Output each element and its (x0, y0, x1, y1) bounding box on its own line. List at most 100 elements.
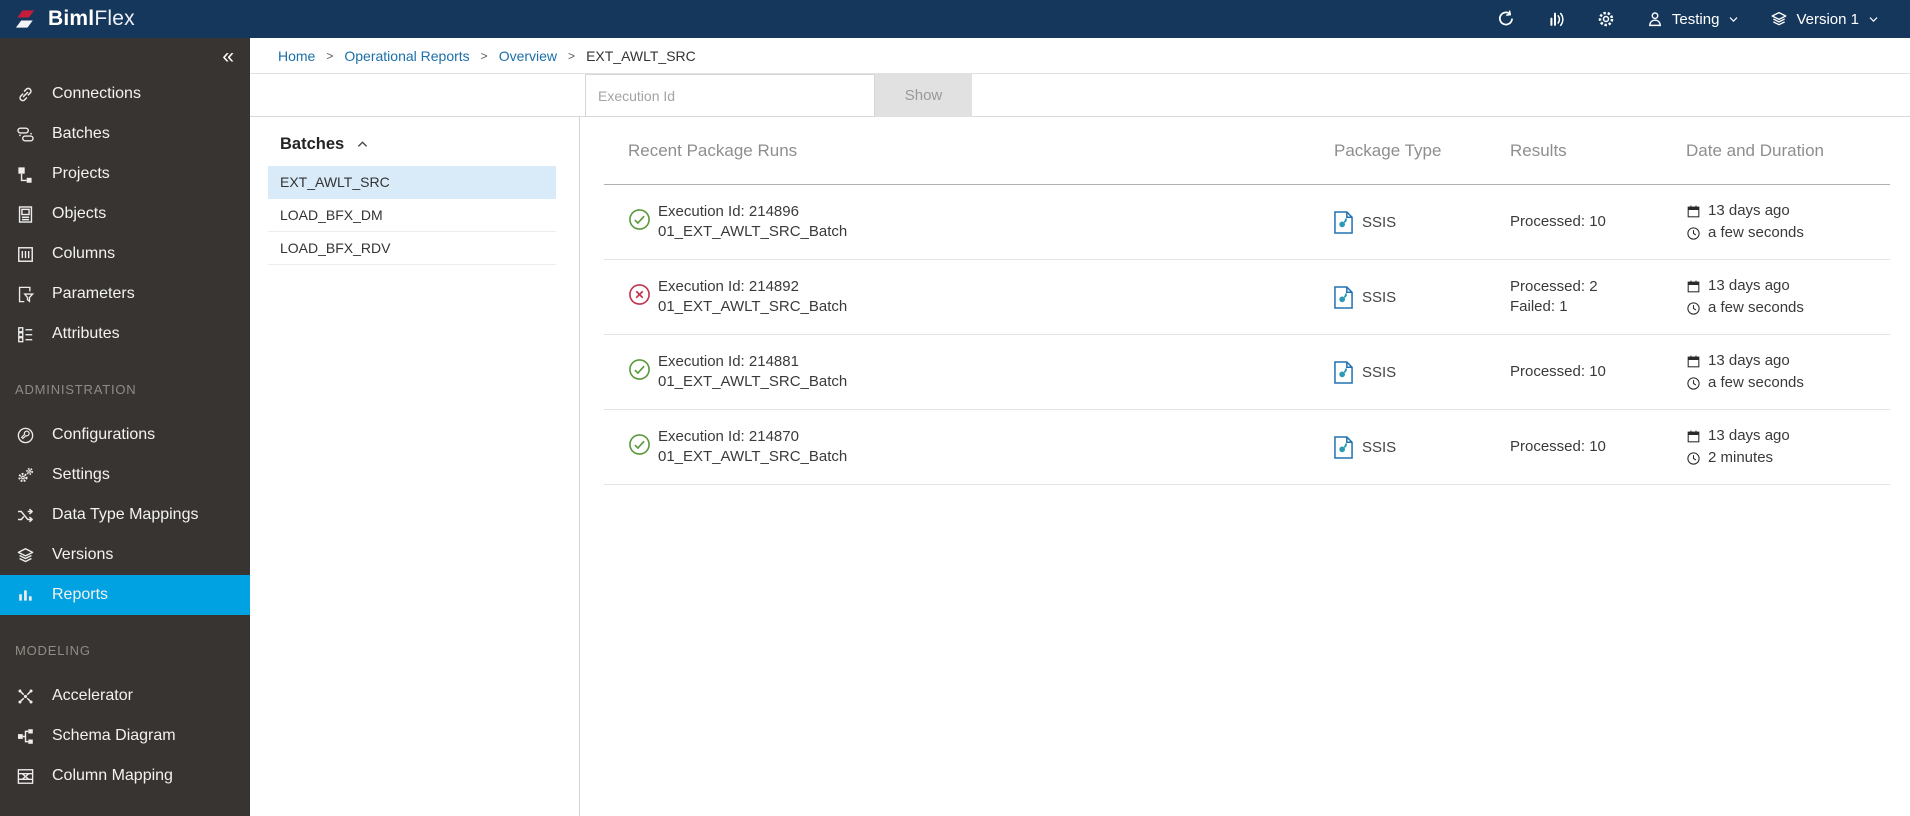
schema-diagram-icon (17, 728, 33, 744)
package-runs-table: Recent Package Runs Package Type Results… (580, 117, 1910, 816)
bimlflex-logo[interactable]: BimlFlex (0, 7, 250, 31)
sidebar: « Connections Batches Projects Objects C… (0, 38, 250, 816)
check-circle-icon (628, 208, 651, 231)
column-header-recent-package-runs: Recent Package Runs (628, 140, 798, 160)
ssis-file-icon (1334, 361, 1353, 384)
calendar-icon (1686, 354, 1701, 369)
ssis-file-icon (1334, 436, 1353, 459)
sidebar-item-reports[interactable]: Reports (0, 575, 250, 615)
column-header-date-duration: Date and Duration (1686, 140, 1824, 160)
batch-item[interactable]: EXT_AWLT_SRC (268, 166, 556, 199)
batch-item-label: LOAD_BFX_DM (280, 207, 383, 223)
status-cell (604, 433, 658, 461)
version-menu[interactable]: Version 1 (1770, 10, 1880, 28)
results-cell: Processed: 10 (1492, 362, 1668, 383)
topbar-actions: Testing Version 1 (1496, 9, 1910, 29)
results-processed: Processed: 10 (1510, 437, 1606, 455)
run-status-icon (628, 283, 651, 306)
gear-icon[interactable] (1596, 9, 1616, 29)
sidebar-item-accelerator[interactable]: Accelerator (0, 676, 250, 716)
run-description: Execution Id: 214881 01_EXT_AWLT_SRC_Bat… (658, 352, 1312, 393)
table-row[interactable]: Execution Id: 214892 01_EXT_AWLT_SRC_Bat… (604, 260, 1890, 335)
table-row[interactable]: Execution Id: 214870 01_EXT_AWLT_SRC_Bat… (604, 410, 1890, 485)
sidebar-item-label: Settings (52, 466, 110, 483)
package-type-cell: SSIS (1312, 436, 1492, 459)
run-duration: 2 minutes (1708, 449, 1774, 466)
bar-chart-icon (19, 589, 32, 601)
breadcrumb-home[interactable]: Home (278, 48, 315, 64)
layers-icon (1772, 11, 1787, 26)
user-label: Testing (1671, 10, 1720, 28)
batch-name: 01_EXT_AWLT_SRC_Batch (658, 448, 848, 465)
sidebar-item-parameters[interactable]: Parameters (0, 274, 250, 314)
batch-item[interactable]: LOAD_BFX_DM (268, 199, 556, 232)
chain-link-icon (19, 87, 32, 101)
batches-panel: Batches EXT_AWLT_SRC LOAD_BFX_DM LOAD_BF… (250, 117, 580, 816)
table-header-row: Recent Package Runs Package Type Results… (604, 117, 1890, 185)
sidebar-item-settings[interactable]: Settings (0, 455, 250, 495)
gears-icon (18, 467, 34, 482)
breadcrumb-operational-reports[interactable]: Operational Reports (344, 48, 469, 64)
sidebar-item-configurations[interactable]: Configurations (0, 415, 250, 455)
execution-id: Execution Id: 214870 (658, 427, 799, 445)
sidebar-item-column-mapping[interactable]: Column Mapping (0, 756, 250, 796)
refresh-icon[interactable] (1496, 9, 1516, 29)
package-type-label: SSIS (1362, 363, 1397, 381)
package-type-cell: SSIS (1312, 361, 1492, 384)
run-duration: a few seconds (1708, 299, 1804, 316)
sidebar-item-label: Objects (52, 205, 107, 222)
results-cell: Processed: 10 (1492, 212, 1668, 233)
breadcrumb-separator: > (568, 48, 576, 63)
batches-icon (17, 126, 34, 142)
sidebar-item-data-type-mappings[interactable]: Data Type Mappings (0, 495, 250, 535)
calendar-icon (1686, 429, 1701, 444)
sidebar-item-connections[interactable]: Connections (0, 74, 250, 114)
batch-item-label: EXT_AWLT_SRC (280, 174, 390, 190)
batch-item-label: LOAD_BFX_RDV (280, 240, 391, 256)
analytics-icon[interactable] (1546, 9, 1566, 29)
sidebar-item-versions[interactable]: Versions (0, 535, 250, 575)
chevron-up-icon (358, 141, 368, 147)
table-row[interactable]: Execution Id: 214881 01_EXT_AWLT_SRC_Bat… (604, 335, 1890, 410)
batches-panel-header[interactable]: Batches (250, 135, 579, 154)
sidebar-item-projects[interactable]: Projects (0, 154, 250, 194)
main-content: Home > Operational Reports > Overview > … (250, 38, 1910, 816)
sidebar-item-label: Configurations (52, 426, 156, 443)
execution-id-input[interactable] (585, 74, 875, 117)
sidebar-item-label: Column Mapping (52, 767, 173, 784)
sidebar-item-label: Batches (52, 125, 110, 142)
sidebar-collapse-button[interactable]: « (0, 38, 250, 74)
sidebar-item-label: Projects (52, 165, 110, 182)
run-date: 13 days ago (1708, 277, 1790, 294)
run-duration: a few seconds (1708, 224, 1804, 241)
table-mapping-icon (17, 768, 34, 784)
sidebar-item-columns[interactable]: Columns (0, 234, 250, 274)
sidebar-item-objects[interactable]: Objects (0, 194, 250, 234)
ssis-file-icon (1334, 211, 1353, 234)
bimlflex-logo-icon (15, 10, 35, 28)
filter-page-icon (18, 286, 35, 303)
sidebar-item-attributes[interactable]: Attributes (0, 314, 250, 354)
breadcrumb-overview[interactable]: Overview (499, 48, 557, 64)
status-cell (604, 283, 658, 311)
run-status-icon (628, 358, 651, 381)
package-type-label: SSIS (1362, 213, 1397, 231)
sidebar-item-schema-diagram[interactable]: Schema Diagram (0, 716, 250, 756)
filter-bar: Show (250, 74, 1910, 117)
sidebar-section-modeling: MODELING (15, 643, 91, 658)
wrench-circle-icon (17, 427, 34, 443)
sidebar-item-batches[interactable]: Batches (0, 114, 250, 154)
execution-id: Execution Id: 214881 (658, 352, 799, 370)
user-menu[interactable]: Testing (1646, 10, 1741, 28)
breadcrumb-separator: > (480, 48, 488, 63)
show-button[interactable]: Show (875, 74, 972, 117)
package-type-label: SSIS (1362, 438, 1397, 456)
calendar-icon (1686, 204, 1701, 219)
table-row[interactable]: Execution Id: 214896 01_EXT_AWLT_SRC_Bat… (604, 185, 1890, 260)
run-description: Execution Id: 214892 01_EXT_AWLT_SRC_Bat… (658, 277, 1312, 318)
batch-item[interactable]: LOAD_BFX_RDV (268, 232, 556, 265)
run-status-icon (628, 433, 651, 456)
clock-icon (1686, 301, 1701, 316)
layers-icon (17, 547, 34, 562)
batch-name: 01_EXT_AWLT_SRC_Batch (658, 298, 848, 315)
